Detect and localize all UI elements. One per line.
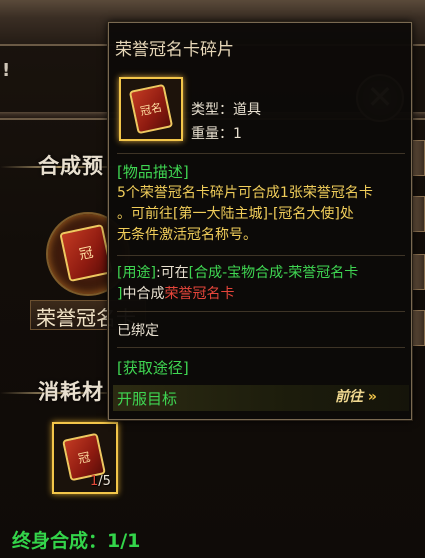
acquire-source-label: 开服目标 xyxy=(117,390,178,408)
tooltip-divider xyxy=(117,153,405,154)
right-tab-4[interactable] xyxy=(412,310,425,346)
tooltip-divider xyxy=(117,311,405,312)
tooltip-desc-line: 无条件激活冠名称号。 xyxy=(117,227,257,243)
usage-heading: [用途] xyxy=(117,265,156,281)
section-title-consume: 消耗材 xyxy=(38,380,104,404)
usage-item-name: 荣誉冠名卡 xyxy=(164,286,235,302)
lifetime-synthesis-count: 终身合成：1/1 xyxy=(12,530,141,552)
double-chevron-right-icon: » xyxy=(367,389,377,405)
tooltip-usage: [用途]:可在[合成-宝物合成-荣誉冠名卡 ]中合成荣誉冠名卡 xyxy=(117,263,407,305)
tooltip-desc-heading: [物品描述] xyxy=(117,163,189,181)
tooltip-title: 荣誉冠名卡碎片 xyxy=(115,40,234,60)
item-tooltip: 荣誉冠名卡碎片 冠名 类型：道具 重量：1 [物品描述] 5个荣誉冠名卡碎片可合… xyxy=(108,22,412,420)
tooltip-divider xyxy=(117,255,405,256)
tooltip-divider xyxy=(117,347,405,348)
usage-path: [合成-宝物合成-荣誉冠名卡 xyxy=(188,265,359,281)
right-tab-3[interactable] xyxy=(412,254,425,290)
tooltip-description: 5个荣誉冠名卡碎片可合成1张荣誉冠名卡 。可前往[第一大陆主城]-[冠名大使]处… xyxy=(117,183,407,246)
right-tab-1[interactable] xyxy=(412,140,425,176)
material-count: 1/5 xyxy=(90,474,111,489)
top-left-mark: ! xyxy=(2,60,11,81)
tooltip-weight: 重量：1 xyxy=(191,126,242,142)
tooltip-type: 类型：道具 xyxy=(191,102,261,118)
section-title-synthesis: 合成预 xyxy=(38,154,104,178)
usage-text: 可在 xyxy=(160,265,189,281)
usage-text-2: 中合成 xyxy=(122,286,165,302)
right-tab-2[interactable] xyxy=(412,196,425,232)
goto-button[interactable]: 前往 » xyxy=(335,386,403,410)
tooltip-desc-line: 5个荣誉冠名卡碎片可合成1张荣誉冠名卡 xyxy=(117,185,373,201)
bound-status: 已绑定 xyxy=(117,323,159,339)
acquire-heading: [获取途径] xyxy=(117,359,189,377)
goto-label: 前往 xyxy=(335,389,363,405)
tooltip-desc-line: 。可前往[第一大陆主城]-[冠名大使]处 xyxy=(117,206,354,222)
